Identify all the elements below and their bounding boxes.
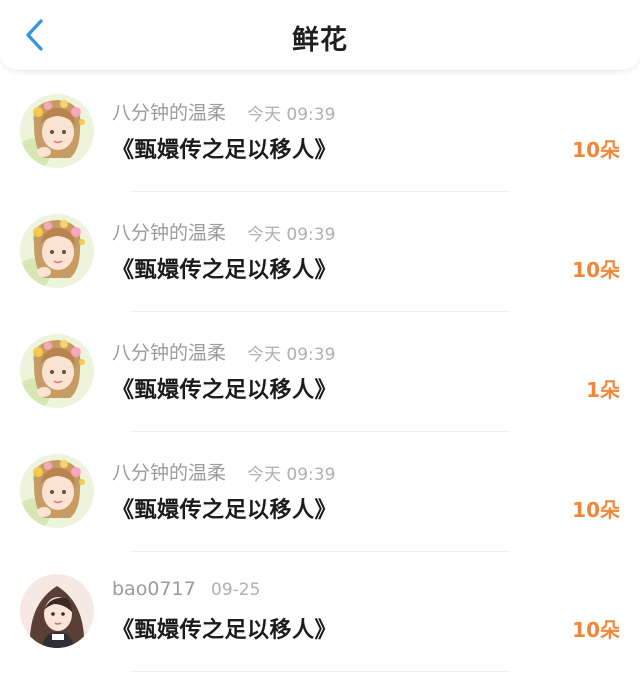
hooded-girl-avatar-icon bbox=[20, 574, 94, 648]
timestamp: 09-25 bbox=[211, 580, 261, 600]
timestamp: 今天 09:39 bbox=[247, 105, 336, 125]
list-item[interactable]: 八分钟的温柔 今天 09:39 《甄嬛传之足以移人》 1朵 bbox=[0, 312, 640, 432]
top-bar: 鲜花 bbox=[0, 0, 640, 71]
page-title: 鲜花 bbox=[292, 25, 348, 56]
avatar[interactable] bbox=[20, 454, 94, 528]
avatar[interactable] bbox=[20, 574, 94, 648]
list-item[interactable]: 八分钟的温柔 今天 09:39 《甄嬛传之足以移人》 10朵 bbox=[0, 192, 640, 312]
list-item[interactable]: 八分钟的温柔 今天 09:39 《甄嬛传之足以移人》 10朵 bbox=[0, 432, 640, 552]
timestamp: 今天 09:39 bbox=[247, 465, 336, 485]
sender-name[interactable]: 八分钟的温柔 bbox=[112, 98, 226, 125]
flower-count: 10朵 bbox=[572, 618, 620, 642]
avatar[interactable] bbox=[20, 214, 94, 288]
flower-list: 八分钟的温柔 今天 09:39 《甄嬛传之足以移人》 10朵 八分钟的温柔 今天… bbox=[0, 72, 640, 672]
floral-girl-avatar-icon bbox=[20, 94, 94, 168]
book-title[interactable]: 《甄嬛传之足以移人》 bbox=[112, 492, 337, 524]
flower-count: 10朵 bbox=[572, 138, 620, 162]
list-item[interactable]: 八分钟的温柔 今天 09:39 《甄嬛传之足以移人》 10朵 bbox=[0, 72, 640, 192]
flower-count: 10朵 bbox=[572, 498, 620, 522]
flower-count: 10朵 bbox=[572, 258, 620, 282]
floral-girl-avatar-icon bbox=[20, 454, 94, 528]
sender-name[interactable]: 八分钟的温柔 bbox=[112, 338, 226, 365]
divider bbox=[130, 671, 510, 672]
book-title[interactable]: 《甄嬛传之足以移人》 bbox=[112, 252, 337, 284]
flower-count: 1朵 bbox=[586, 378, 620, 402]
book-title[interactable]: 《甄嬛传之足以移人》 bbox=[112, 372, 337, 404]
timestamp: 今天 09:39 bbox=[247, 345, 336, 365]
book-title[interactable]: 《甄嬛传之足以移人》 bbox=[112, 612, 337, 644]
sender-name[interactable]: bao0717 bbox=[112, 578, 196, 600]
sender-name[interactable]: 八分钟的温柔 bbox=[112, 218, 226, 245]
sender-name[interactable]: 八分钟的温柔 bbox=[112, 458, 226, 485]
avatar[interactable] bbox=[20, 94, 94, 168]
timestamp: 今天 09:39 bbox=[247, 225, 336, 245]
avatar[interactable] bbox=[20, 334, 94, 408]
floral-girl-avatar-icon bbox=[20, 214, 94, 288]
book-title[interactable]: 《甄嬛传之足以移人》 bbox=[112, 132, 337, 164]
list-item[interactable]: bao0717 09-25 《甄嬛传之足以移人》 10朵 bbox=[0, 552, 640, 672]
floral-girl-avatar-icon bbox=[20, 334, 94, 408]
